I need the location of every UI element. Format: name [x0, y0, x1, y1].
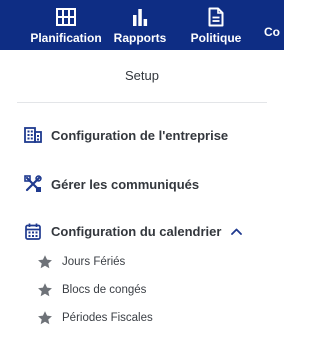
nav-planification-label: Planification [30, 31, 102, 45]
nav-politique[interactable]: Politique [189, 0, 243, 50]
sidebar-item-label: Configuration de l'entreprise [51, 127, 229, 143]
star-icon [36, 310, 53, 327]
calendar-subitem-label: Blocs de congés [62, 284, 147, 296]
nav-rapports[interactable]: Rapports [113, 0, 167, 50]
calendar-subitem-holidays[interactable]: Jours Fériés [36, 252, 125, 272]
document-icon [208, 7, 224, 27]
calendar-subitem-label: Périodes Fiscales [62, 312, 153, 324]
calendar-subitem-fiscal-periods[interactable]: Périodes Fiscales [36, 308, 153, 328]
bar-chart-icon [132, 7, 148, 27]
top-navigation-bar: Planification Rapports Politique Co [0, 0, 284, 50]
nav-politique-label: Politique [190, 31, 242, 45]
nav-more-label: Co [264, 25, 280, 39]
sidebar-item-calendar-configuration[interactable]: Configuration du calendrier [24, 219, 243, 243]
sidebar-item-company-configuration[interactable]: Configuration de l'entreprise [24, 123, 228, 147]
nav-planification[interactable]: Planification [15, 0, 117, 50]
star-icon [36, 282, 53, 299]
chevron-up-icon[interactable] [231, 228, 243, 235]
sidebar-title: Setup [125, 68, 159, 83]
calendar-subitem-label: Jours Fériés [62, 256, 126, 268]
nav-rapports-label: Rapports [113, 31, 167, 45]
calendar-subitem-leave-blocks[interactable]: Blocs de congés [36, 280, 146, 300]
grid-icon [56, 7, 76, 27]
star-icon [36, 254, 53, 271]
building-icon [24, 126, 42, 144]
sidebar-item-label: Configuration du calendrier [51, 223, 222, 239]
sidebar-item-label: Gérer les communiqués [51, 176, 200, 192]
calendar-icon [24, 222, 42, 240]
nav-more-item[interactable]: Co [264, 0, 284, 50]
sidebar-item-manage-communications[interactable]: Gérer les communiqués [24, 172, 199, 196]
tools-icon [24, 175, 42, 193]
divider [17, 102, 267, 103]
